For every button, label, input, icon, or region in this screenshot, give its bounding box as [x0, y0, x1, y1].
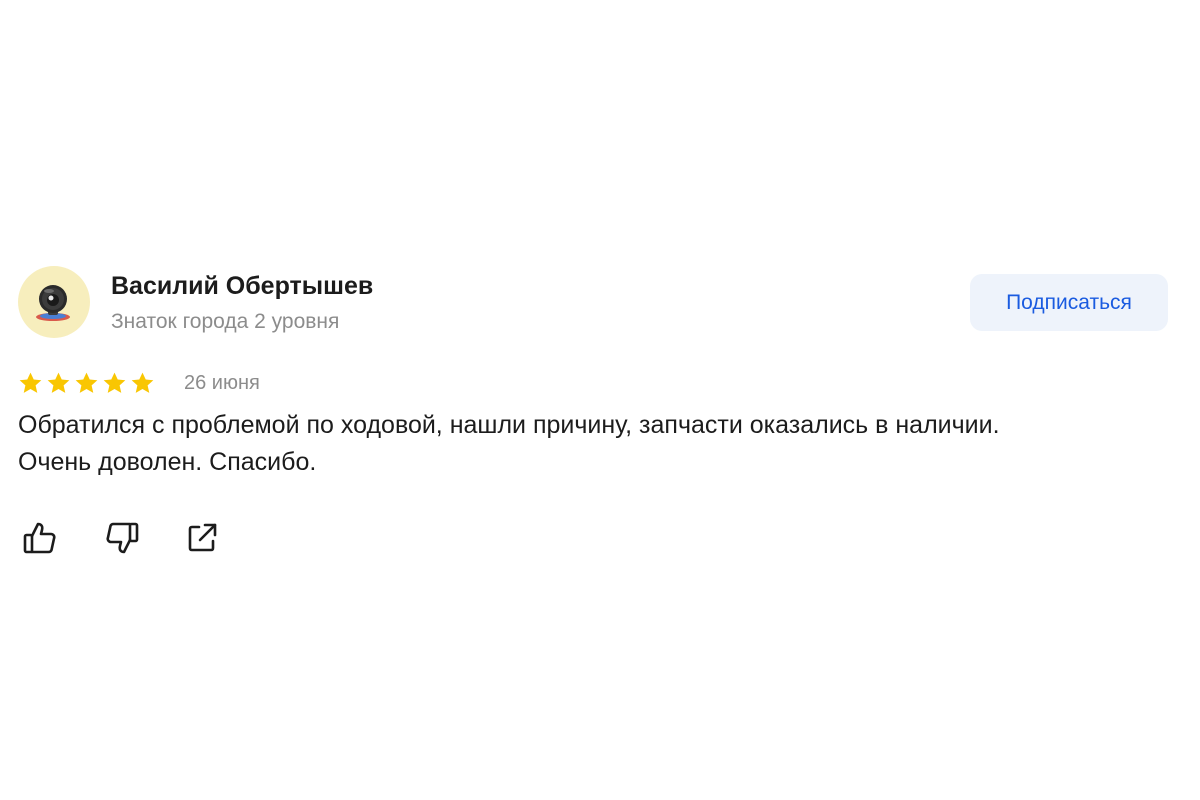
rating-stars	[18, 371, 155, 396]
webcam-avatar-icon	[36, 285, 70, 321]
author-level: Знаток города 2 уровня	[111, 310, 340, 333]
dislike-button[interactable]	[102, 518, 142, 558]
review-date: 26 июня	[184, 372, 260, 394]
like-button[interactable]	[20, 518, 60, 558]
star-icon	[47, 372, 70, 393]
review-meta: 26 июня	[18, 369, 1168, 399]
share-icon	[188, 523, 217, 552]
thumbs-up-icon	[23, 522, 56, 554]
avatar[interactable]	[18, 266, 90, 338]
review-header: Василий Обертышев Знаток города 2 уровня…	[18, 266, 1168, 338]
share-button[interactable]	[182, 518, 222, 558]
subscribe-button[interactable]: Подписаться	[970, 274, 1168, 331]
review-text-line: Обратился с проблемой по ходовой, нашли …	[18, 411, 1000, 439]
star-icon	[19, 372, 42, 393]
thumbs-down-icon	[106, 522, 139, 554]
review-text: Обратился с проблемой по ходовой, нашли …	[18, 407, 1168, 481]
star-icon	[75, 372, 98, 393]
review-text-line: Очень доволен. Спасибо.	[18, 448, 317, 476]
review-card: Василий Обертышев Знаток города 2 уровня…	[18, 266, 1168, 558]
review-actions	[18, 518, 1168, 558]
star-icon	[103, 372, 126, 393]
star-icon	[131, 372, 154, 393]
author-name[interactable]: Василий Обертышев	[111, 272, 373, 301]
